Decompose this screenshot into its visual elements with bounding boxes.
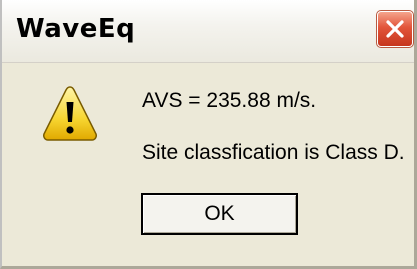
close-icon: [386, 20, 404, 38]
message-dialog: WaveEq AVS = 235.88 m/s. Site classficat…: [0, 0, 417, 269]
warning-icon: [43, 86, 97, 141]
ok-button[interactable]: OK: [141, 193, 298, 235]
close-button[interactable]: [376, 10, 414, 48]
site-class-message: Site classfication is Class D.: [142, 141, 405, 164]
window-title: WaveEq: [16, 14, 136, 44]
avs-message: AVS = 235.88 m/s.: [142, 89, 317, 112]
title-bar[interactable]: WaveEq: [2, 0, 414, 63]
